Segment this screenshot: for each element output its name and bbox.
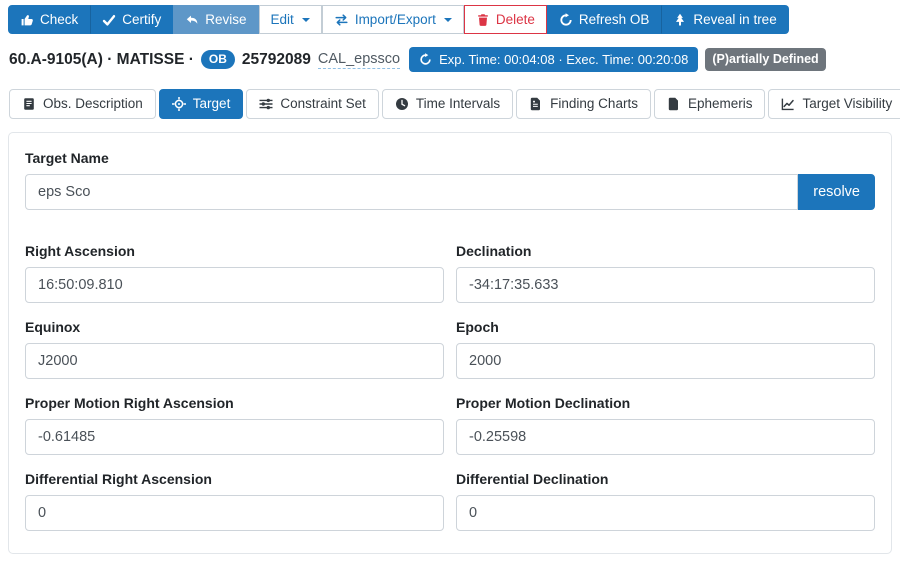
resolve-button[interactable]: resolve xyxy=(798,174,875,210)
declination-field: Declination xyxy=(456,243,875,303)
revise-button-label: Revise xyxy=(205,13,246,27)
differential-dec-field: Differential Declination xyxy=(456,471,875,531)
equinox-label: Equinox xyxy=(25,319,444,335)
time-badge: Exp. Time: 00:04:08 · Exec. Time: 00:20:… xyxy=(409,47,698,72)
tab-label: Obs. Description xyxy=(43,96,143,112)
equinox-field: Equinox xyxy=(25,319,444,379)
ob-badge: OB xyxy=(201,50,235,69)
target-form-card: Target Name resolve Right Ascension Decl… xyxy=(8,132,892,554)
right-ascension-field: Right Ascension xyxy=(25,243,444,303)
proper-motion-ra-input[interactable] xyxy=(25,419,444,455)
tab-label: Constraint Set xyxy=(280,96,366,112)
certify-button[interactable]: Certify xyxy=(90,5,173,34)
delete-button-label: Delete xyxy=(496,13,535,27)
tab-time-intervals[interactable]: Time Intervals xyxy=(382,89,513,119)
target-name-input[interactable] xyxy=(25,174,798,210)
tab-finding-charts[interactable]: Finding Charts xyxy=(516,89,651,119)
differential-dec-input[interactable] xyxy=(456,495,875,531)
sliders-icon xyxy=(259,97,273,111)
check-icon xyxy=(102,13,116,27)
equinox-input[interactable] xyxy=(25,343,444,379)
edit-dropdown-button[interactable]: Edit xyxy=(259,5,322,34)
file-image-icon xyxy=(529,97,543,111)
proper-motion-ra-label: Proper Motion Right Ascension xyxy=(25,395,444,411)
target-name-field: Target Name resolve xyxy=(25,150,875,210)
proper-motion-dec-field: Proper Motion Declination xyxy=(456,395,875,455)
differential-ra-input[interactable] xyxy=(25,495,444,531)
caret-down-icon xyxy=(444,18,452,22)
differential-ra-field: Differential Right Ascension xyxy=(25,471,444,531)
tab-label: Finding Charts xyxy=(550,96,638,112)
reply-arrow-icon xyxy=(185,13,199,27)
right-ascension-label: Right Ascension xyxy=(25,243,444,259)
trash-icon xyxy=(476,13,490,27)
import-export-button-label: Import/Export xyxy=(355,13,436,27)
tab-label: Target xyxy=(193,96,231,112)
check-button-label: Check xyxy=(40,13,78,27)
file-icon xyxy=(667,97,681,111)
ob-title-prefix: 60.A-9105(A) · MATISSE · xyxy=(9,51,194,69)
tab-obs-description[interactable]: Obs. Description xyxy=(9,89,156,119)
import-export-dropdown-button[interactable]: Import/Export xyxy=(322,5,464,34)
certify-button-label: Certify xyxy=(122,13,161,27)
time-badge-label: Exp. Time: 00:04:08 · Exec. Time: 00:20:… xyxy=(439,53,688,66)
status-badge: (P)artially Defined xyxy=(705,48,825,71)
revise-button[interactable]: Revise xyxy=(173,5,258,34)
refresh-ob-button-label: Refresh OB xyxy=(579,13,650,27)
differential-dec-label: Differential Declination xyxy=(456,471,875,487)
clock-icon xyxy=(395,97,409,111)
crosshair-icon xyxy=(172,97,186,111)
refresh-ob-button[interactable]: Refresh OB xyxy=(547,5,662,34)
tab-bar: Obs. Description Target Constraint Set T… xyxy=(9,89,900,119)
caret-down-icon xyxy=(302,18,310,22)
proper-motion-ra-field: Proper Motion Right Ascension xyxy=(25,395,444,455)
epoch-input[interactable] xyxy=(456,343,875,379)
p2-ob-page: Check Certify Revise Edit Import/Export xyxy=(0,5,900,554)
swap-arrows-icon xyxy=(334,13,349,27)
tree-icon xyxy=(673,13,687,27)
ob-name-editable[interactable]: CAL_epssco xyxy=(318,51,400,69)
tab-constraint-set[interactable]: Constraint Set xyxy=(246,89,379,119)
differential-ra-label: Differential Right Ascension xyxy=(25,471,444,487)
delete-button[interactable]: Delete xyxy=(464,5,547,34)
tab-ephemeris[interactable]: Ephemeris xyxy=(654,89,766,119)
ob-number: 25792089 xyxy=(242,51,311,69)
journal-icon xyxy=(22,97,36,111)
declination-label: Declination xyxy=(456,243,875,259)
ob-header: 60.A-9105(A) · MATISSE · OB 25792089 CAL… xyxy=(9,47,900,72)
check-button[interactable]: Check xyxy=(8,5,90,34)
target-name-label: Target Name xyxy=(25,150,875,166)
declination-input[interactable] xyxy=(456,267,875,303)
chart-line-icon xyxy=(781,97,795,111)
proper-motion-dec-label: Proper Motion Declination xyxy=(456,395,875,411)
refresh-icon xyxy=(559,13,573,27)
epoch-field: Epoch xyxy=(456,319,875,379)
tab-target[interactable]: Target xyxy=(159,89,244,119)
edit-button-label: Edit xyxy=(271,13,294,27)
ob-toolbar: Check Certify Revise Edit Import/Export xyxy=(8,5,900,34)
thumbs-up-icon xyxy=(20,13,34,27)
reveal-in-tree-button[interactable]: Reveal in tree xyxy=(661,5,788,34)
reveal-in-tree-button-label: Reveal in tree xyxy=(693,13,776,27)
proper-motion-dec-input[interactable] xyxy=(456,419,875,455)
tab-target-visibility[interactable]: Target Visibility xyxy=(768,89,900,119)
tab-label: Target Visibility xyxy=(802,96,892,112)
right-ascension-input[interactable] xyxy=(25,267,444,303)
epoch-label: Epoch xyxy=(456,319,875,335)
tab-label: Ephemeris xyxy=(688,96,753,112)
refresh-icon xyxy=(419,53,432,66)
tab-label: Time Intervals xyxy=(416,96,500,112)
